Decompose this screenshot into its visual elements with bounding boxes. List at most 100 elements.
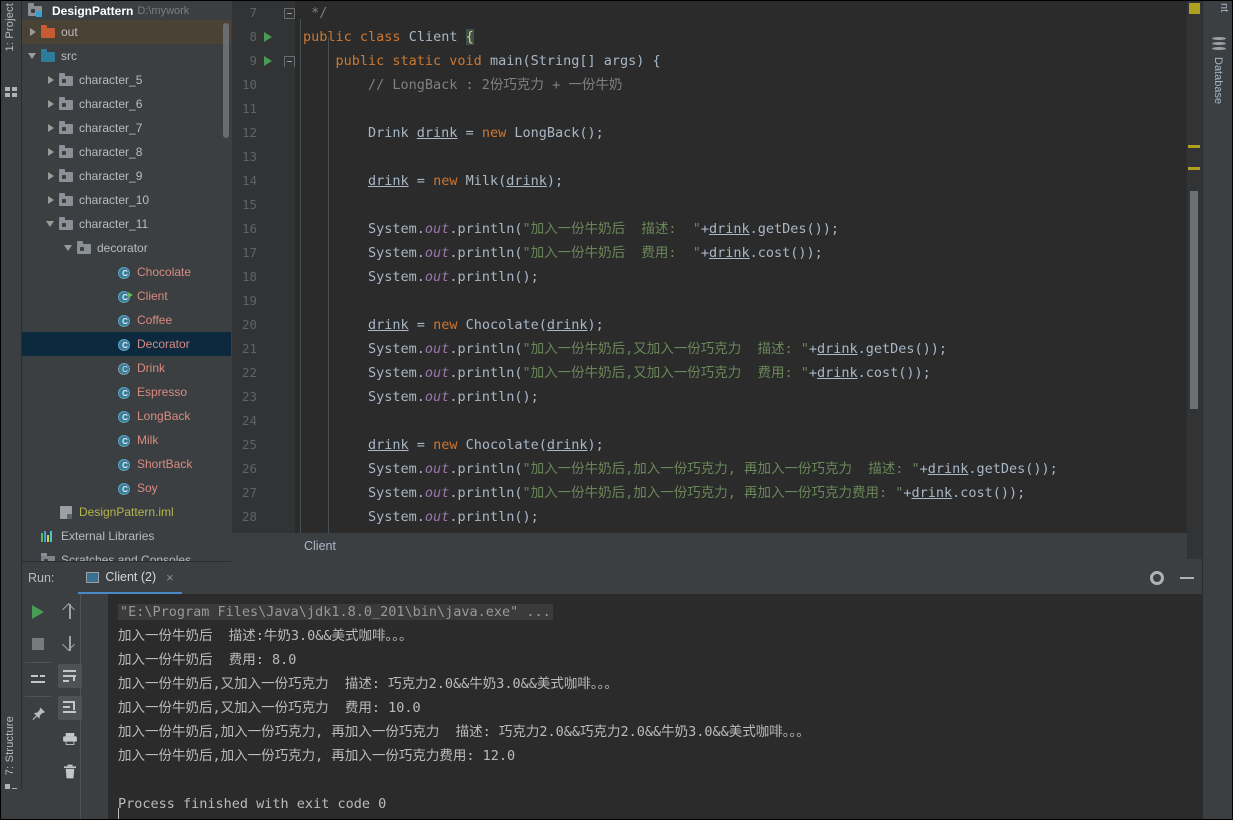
pin-tab-button[interactable] [26, 702, 50, 726]
chevron-right-icon[interactable] [28, 27, 38, 37]
code-token: + [700, 221, 710, 237]
chevron-down-icon[interactable] [28, 51, 38, 61]
soft-wrap-button[interactable] [58, 664, 82, 688]
chevron-right-icon[interactable] [46, 147, 56, 157]
tree-item-milk[interactable]: Milk [22, 428, 231, 452]
code-line: System.out.println("加入一份牛奶后,又加入一份巧克力 描述:… [303, 337, 947, 361]
code-token: .println( [449, 341, 523, 357]
gutter-line-number: 16 [241, 221, 257, 236]
java-runnable-class-icon [117, 290, 133, 304]
tree-item-label: src [61, 49, 77, 63]
editor-marker-bar[interactable] [1187, 1, 1202, 559]
sidebar-tab-ant[interactable]: nt [1218, 3, 1230, 12]
chevron-down-icon[interactable] [46, 219, 56, 229]
tree-item-soy[interactable]: Soy [22, 476, 231, 500]
tree-item-character-9[interactable]: character_9 [22, 164, 231, 188]
tree-item-client[interactable]: Client [22, 284, 231, 308]
project-tree[interactable]: out src character_5 character_6 character_7 c… [22, 20, 231, 561]
close-icon[interactable]: × [166, 570, 174, 585]
editor-scrollbar-thumb[interactable] [1190, 191, 1198, 409]
tree-item-coffee[interactable]: Coffee [22, 308, 231, 332]
tree-item-character-10[interactable]: character_10 [22, 188, 231, 212]
tree-item-decorator[interactable]: decorator [22, 236, 231, 260]
editor-gutter[interactable]: 7 8 9 10 11 12 13 14 15 16 17 18 19 20 21 22 23 24 25 26 27 2… [232, 1, 295, 533]
tree-item-label: Decorator [137, 337, 190, 351]
code-line: System.out.println("加入一份牛奶后,加入一份巧克力, 再加入… [303, 481, 1025, 505]
code-token: .println(); [449, 269, 539, 285]
console-output[interactable]: "E:\Program Files\Java\jdk1.8.0_201\bin\… [108, 594, 1202, 819]
code-token: main(String[] args) { [489, 53, 661, 69]
chevron-right-icon[interactable] [46, 99, 56, 109]
package-icon [59, 72, 74, 87]
breadcrumb-item-client[interactable]: Client [304, 539, 336, 553]
project-tree-scrollbar[interactable] [223, 23, 229, 138]
chevron-right-icon[interactable] [46, 195, 56, 205]
tree-item-character-6[interactable]: character_6 [22, 92, 231, 116]
tree-item-character-11[interactable]: character_11 [22, 212, 231, 236]
code-token: .cost()); [952, 485, 1026, 501]
stop-button[interactable] [26, 632, 50, 656]
tree-item-src[interactable]: src [22, 44, 231, 68]
scroll-to-end-button[interactable] [58, 696, 82, 720]
chevron-right-icon[interactable] [46, 75, 56, 85]
sidebar-tab-database[interactable]: Database [1212, 57, 1224, 104]
gear-icon[interactable] [1150, 571, 1164, 585]
code-fold-icon[interactable] [284, 56, 295, 67]
tree-item-label: Chocolate [137, 265, 192, 279]
tree-item-character-7[interactable]: character_7 [22, 116, 231, 140]
tree-item-external-libraries[interactable]: External Libraries [22, 524, 231, 548]
tree-item-chocolate[interactable]: Chocolate [22, 260, 231, 284]
clear-all-button[interactable] [58, 760, 82, 784]
down-stacktrace-button[interactable] [58, 632, 82, 656]
java-class-icon [117, 314, 132, 328]
code-token: LongBack(); [514, 125, 604, 141]
gutter-line-number: 7 [249, 5, 257, 20]
tree-item-scratches-and-consoles[interactable]: Scratches and Consoles [22, 548, 231, 561]
tree-item-label: External Libraries [61, 529, 155, 543]
code-editor[interactable]: 7 8 9 10 11 12 13 14 15 16 17 18 19 20 21 22 23 24 25 26 27 2… [232, 1, 1202, 533]
code-token: "加入一份牛奶后 费用: " [522, 245, 701, 261]
left-strip-bottom [1, 789, 22, 819]
minimize-icon[interactable] [1180, 577, 1194, 579]
right-tool-strip: nt Database [1202, 1, 1232, 819]
breadcrumb[interactable]: Client [232, 533, 1202, 559]
gutter-line-number: 24 [241, 413, 257, 428]
restore-layout-button[interactable] [26, 668, 50, 692]
tree-item-longback[interactable]: LongBack [22, 404, 231, 428]
left-tool-strip: 1: Project 7: Structure [1, 1, 22, 819]
code-token: drink [368, 317, 409, 333]
tree-item-label: out [61, 25, 78, 39]
rerun-button[interactable] [26, 600, 50, 624]
chevron-right-icon[interactable] [46, 123, 56, 133]
tree-item-designpattern-iml[interactable]: DesignPattern.iml [22, 500, 231, 524]
code-fold-icon[interactable] [284, 8, 295, 19]
tree-item-shortback[interactable]: ShortBack [22, 452, 231, 476]
code-token: drink [927, 461, 969, 477]
run-gutter-icon[interactable] [264, 32, 274, 42]
tab-client-run[interactable]: Client (2) × [78, 562, 182, 594]
tree-item-out[interactable]: out [22, 20, 231, 44]
tree-item-label: Coffee [137, 313, 173, 327]
sidebar-tab-project[interactable]: 1: Project [4, 3, 16, 51]
editor-code-area[interactable]: */ public class Client { public static vo… [295, 1, 1202, 533]
console-line: 加入一份牛奶后 描述:牛奶3.0&&美式咖啡。。。 [118, 628, 413, 644]
tree-item-character-8[interactable]: character_8 [22, 140, 231, 164]
print-button[interactable] [58, 728, 82, 752]
code-token: public [303, 29, 360, 45]
chevron-down-icon[interactable] [64, 243, 74, 253]
tree-item-drink[interactable]: Drink [22, 356, 231, 380]
code-line: System.out.println(); [303, 505, 539, 529]
up-stacktrace-button[interactable] [58, 600, 82, 624]
tree-item-decorator[interactable]: Decorator [22, 332, 231, 356]
sidebar-tab-structure[interactable]: 7: Structure [4, 716, 16, 775]
java-interface-icon [117, 362, 132, 376]
tree-item-character-5[interactable]: character_5 [22, 68, 231, 92]
run-gutter-icon[interactable] [264, 56, 274, 66]
chevron-right-icon[interactable] [46, 171, 56, 181]
tree-item-espresso[interactable]: Espresso [22, 380, 231, 404]
